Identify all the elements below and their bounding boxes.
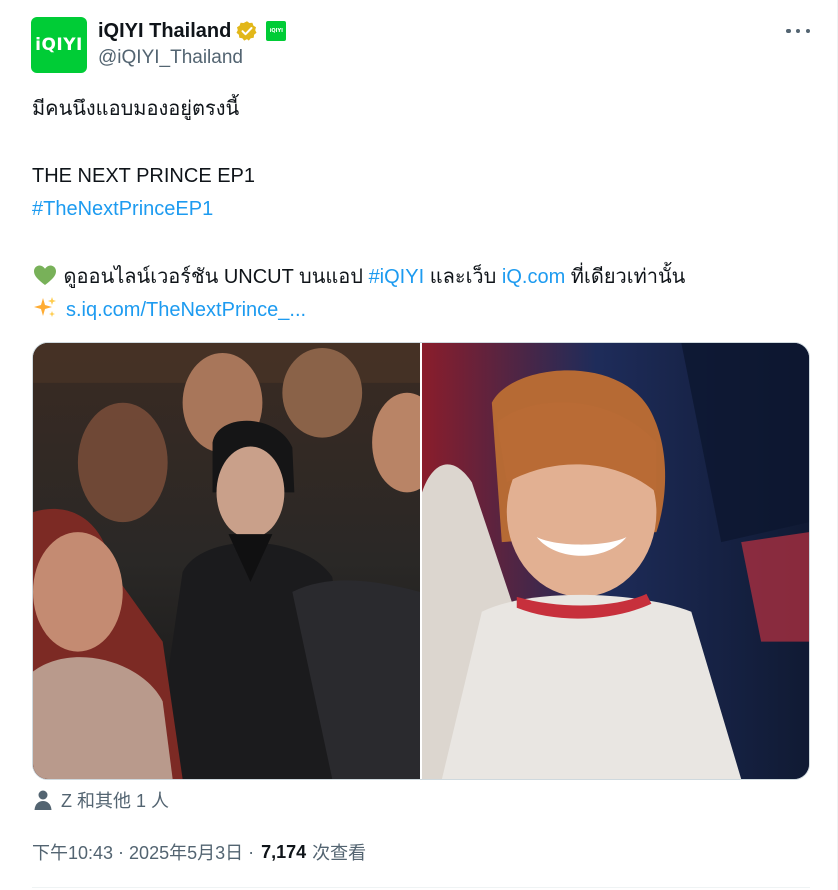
tweet-time[interactable]: 下午10:43	[32, 839, 113, 865]
divider-line	[32, 887, 810, 888]
tweet-text-line-3: ดูออนไลน์เวอร์ชัน UNCUT บนแอป #iQIYI และ…	[32, 263, 685, 289]
person-icon	[34, 790, 52, 810]
tweet-text-segment: และเว็บ	[424, 266, 502, 288]
sparkles-icon	[34, 297, 56, 317]
display-name[interactable]: iQIYI Thailand	[98, 20, 231, 43]
name-row: iQIYI Thailand iQIYI	[98, 18, 287, 44]
more-options-icon[interactable]	[786, 22, 810, 40]
green-heart-icon	[34, 265, 56, 285]
tweet-date[interactable]: 2025年5月3日	[129, 839, 243, 865]
meta-separator: ·	[118, 841, 125, 862]
tagged-text: Z 和其他 1 人	[61, 791, 170, 811]
hashtag-iqiyi-link[interactable]: #iQIYI	[369, 266, 425, 288]
affiliate-badge[interactable]: iQIYI	[266, 21, 287, 41]
short-link[interactable]: s.iq.com/TheNextPrince_...	[66, 299, 306, 321]
handle[interactable]: @iQIYI_Thailand	[98, 47, 243, 69]
crowd-photo-illustration	[33, 343, 420, 779]
avatar-logo-text: iQIYI	[35, 35, 83, 55]
views-label: 次查看	[312, 843, 367, 863]
tweet-text-segment: ดูออนไลน์เวอร์ชัน UNCUT บนแอป	[58, 266, 369, 288]
tagged-people[interactable]: Z 和其他 1 人	[33, 788, 169, 812]
affiliate-badge-text: iQIYI	[269, 28, 284, 34]
tweet-card: iQIYI iQIYI Thailand iQIYI @iQIYI_Thaila…	[0, 0, 838, 890]
smiling-man-photo-illustration	[422, 343, 809, 779]
tweet-text-line-1: มีคนนึงแอบมองอยู่ตรงนี้	[32, 98, 240, 120]
media-grid	[32, 342, 810, 780]
meta-separator: ·	[248, 841, 255, 862]
tweet-text-line-4: s.iq.com/TheNextPrince_...	[32, 296, 306, 322]
iq-com-link[interactable]: iQ.com	[502, 266, 565, 288]
avatar[interactable]: iQIYI	[31, 17, 87, 73]
hashtag-link[interactable]: #TheNextPrinceEP1	[32, 197, 213, 221]
tweet-text-line-2: THE NEXT PRINCE EP1	[32, 165, 256, 187]
smiling-man-photo[interactable]	[422, 343, 809, 779]
views-count: 7,174	[261, 841, 307, 862]
verified-badge-icon[interactable]	[236, 20, 258, 42]
crowd-photo[interactable]	[33, 343, 420, 779]
tweet-text-segment: ที่เดียวเท่านั้น	[565, 266, 686, 288]
tweet-meta: 下午10:43 · 2025年5月3日 · 7,174 次查看	[32, 840, 366, 864]
